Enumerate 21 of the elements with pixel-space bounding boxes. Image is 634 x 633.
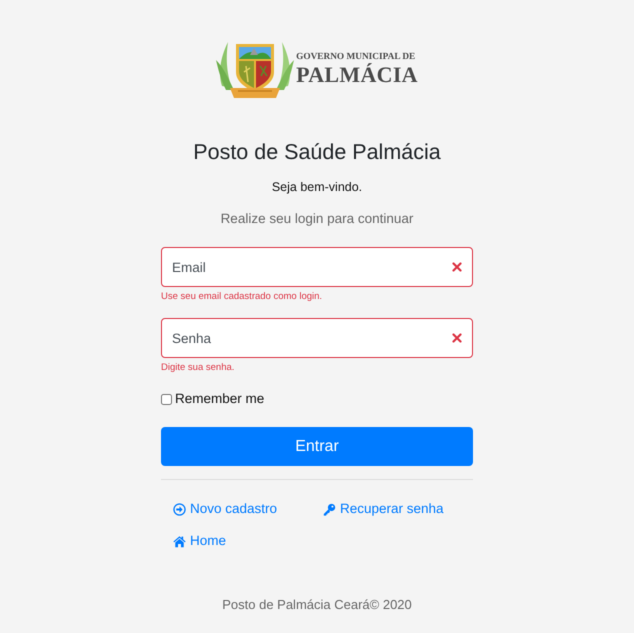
nav-link[interactable]: Home: [173, 531, 226, 551]
checkbox[interactable]: [161, 394, 172, 404]
nav-link[interactable]: Novo cadastro: [173, 499, 278, 519]
input-field[interactable]: Email: [161, 247, 473, 287]
key-icon: [323, 502, 336, 516]
nav-link[interactable]: Recuperar senha: [323, 499, 444, 519]
input-field[interactable]: Senha: [161, 318, 473, 358]
close-icon: [452, 333, 462, 343]
error-message: Use seu email cadastrado como login.: [161, 290, 322, 304]
login-button[interactable]: Entrar: [161, 427, 473, 466]
logo-subtitle: GOVERNO MUNICIPAL DE: [296, 52, 416, 62]
logo-title: PALMÁCIA: [296, 62, 418, 86]
checkbox-label[interactable]: Remember me: [175, 390, 264, 408]
subtitle-text: Realize seu login para continuar: [220, 210, 414, 228]
welcome-text: Seja bem-vindo.: [272, 179, 362, 196]
footer-text: Posto de Palmácia Ceará© 2020: [222, 596, 412, 614]
page-title: Posto de Saúde Palmácia: [193, 139, 441, 166]
circle-arrow-icon: [173, 502, 186, 516]
home-icon: [173, 534, 186, 548]
close-icon: [452, 262, 462, 272]
error-message: Digite sua senha.: [161, 361, 234, 375]
